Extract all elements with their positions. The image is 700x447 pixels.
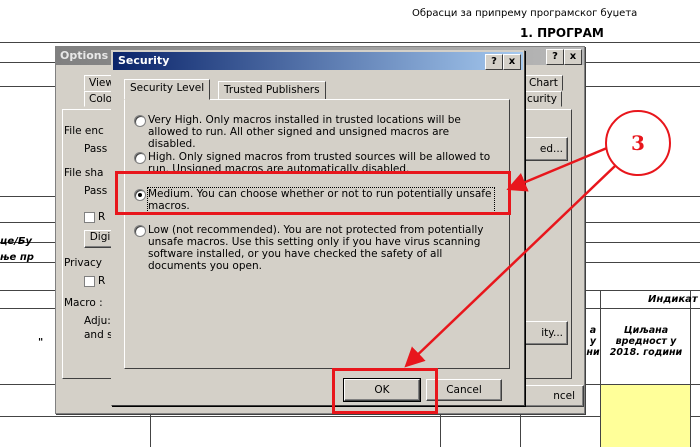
tab-chart[interactable]: Chart [524, 75, 563, 91]
tab-security[interactable]: curity [522, 91, 562, 107]
row-label: це/Бу [0, 236, 32, 247]
header-line: ни [586, 347, 600, 358]
row-label: ње пр [0, 252, 34, 263]
radio-high[interactable] [134, 152, 146, 164]
grid-line [585, 62, 586, 292]
security-title: Security [118, 54, 170, 67]
header-line: 2018. години [609, 347, 683, 358]
options-title: Options [60, 49, 109, 62]
options-cancel-button[interactable]: ncel [518, 385, 584, 407]
column-header: Индикат [648, 294, 698, 305]
password-modify-label: Pass [84, 185, 108, 197]
privacy-label: Privacy [64, 257, 103, 269]
grid-line [0, 42, 700, 43]
remove-info-checkbox[interactable] [84, 276, 95, 287]
read-only-checkbox[interactable] [84, 212, 95, 223]
tab-trusted-publishers[interactable]: Trusted Publishers [218, 81, 326, 100]
sheet-title: Обрасци за припрему програмског буџета [412, 8, 638, 19]
option-low-label: Low (not recommended). You are not prote… [148, 224, 484, 272]
macro-description-line: and s [84, 329, 113, 341]
security-title-bar[interactable]: Security ? x [113, 52, 523, 70]
highlighted-cell [601, 385, 690, 447]
macro-security-label: Macro : [64, 297, 103, 309]
column-header-target: Циљана вредност у 2018. години [602, 325, 690, 358]
grid-line [0, 416, 700, 417]
radio-low[interactable] [134, 225, 146, 237]
step-number-callout: 3 [605, 110, 671, 176]
row-label: " [38, 337, 44, 348]
column-header-small: а у ни [586, 325, 600, 358]
macro-description-line: Adju: [84, 315, 111, 327]
security-level-panel: Very High. Only macros installed in trus… [124, 99, 510, 369]
highlight-ok-button [332, 368, 438, 414]
header-line: Циљана [623, 325, 669, 336]
options-close-button[interactable]: x [564, 49, 582, 65]
options-help-button[interactable]: ? [546, 49, 564, 65]
header-line: у [589, 336, 597, 347]
advanced-button[interactable]: ed... [518, 137, 568, 161]
highlight-medium-option [115, 171, 511, 215]
header-line: вредност у [615, 336, 677, 347]
grid-line [690, 290, 691, 447]
file-sharing-label: File sha [64, 167, 104, 179]
security-dialog: Security ? x Security Level Trusted Publ… [111, 50, 525, 406]
password-open-label: Pass [84, 143, 108, 155]
file-encryption-label: File enc [64, 125, 104, 137]
option-low[interactable]: Low (not recommended). You are not prote… [134, 224, 494, 276]
remove-info-label: R [98, 275, 106, 287]
macro-security-button[interactable]: ity... [518, 321, 568, 345]
header-line: а [589, 325, 597, 336]
security-help-button[interactable]: ? [485, 54, 503, 70]
tab-security-level[interactable]: Security Level [124, 79, 211, 100]
read-only-label: R [98, 211, 106, 223]
option-very-high-label: Very High. Only macros installed in trus… [148, 114, 461, 150]
option-very-high[interactable]: Very High. Only macros installed in trus… [134, 114, 494, 150]
radio-very-high[interactable] [134, 115, 146, 127]
sheet-heading: 1. ПРОГРАМ [520, 26, 604, 40]
security-close-button[interactable]: x [503, 54, 521, 70]
